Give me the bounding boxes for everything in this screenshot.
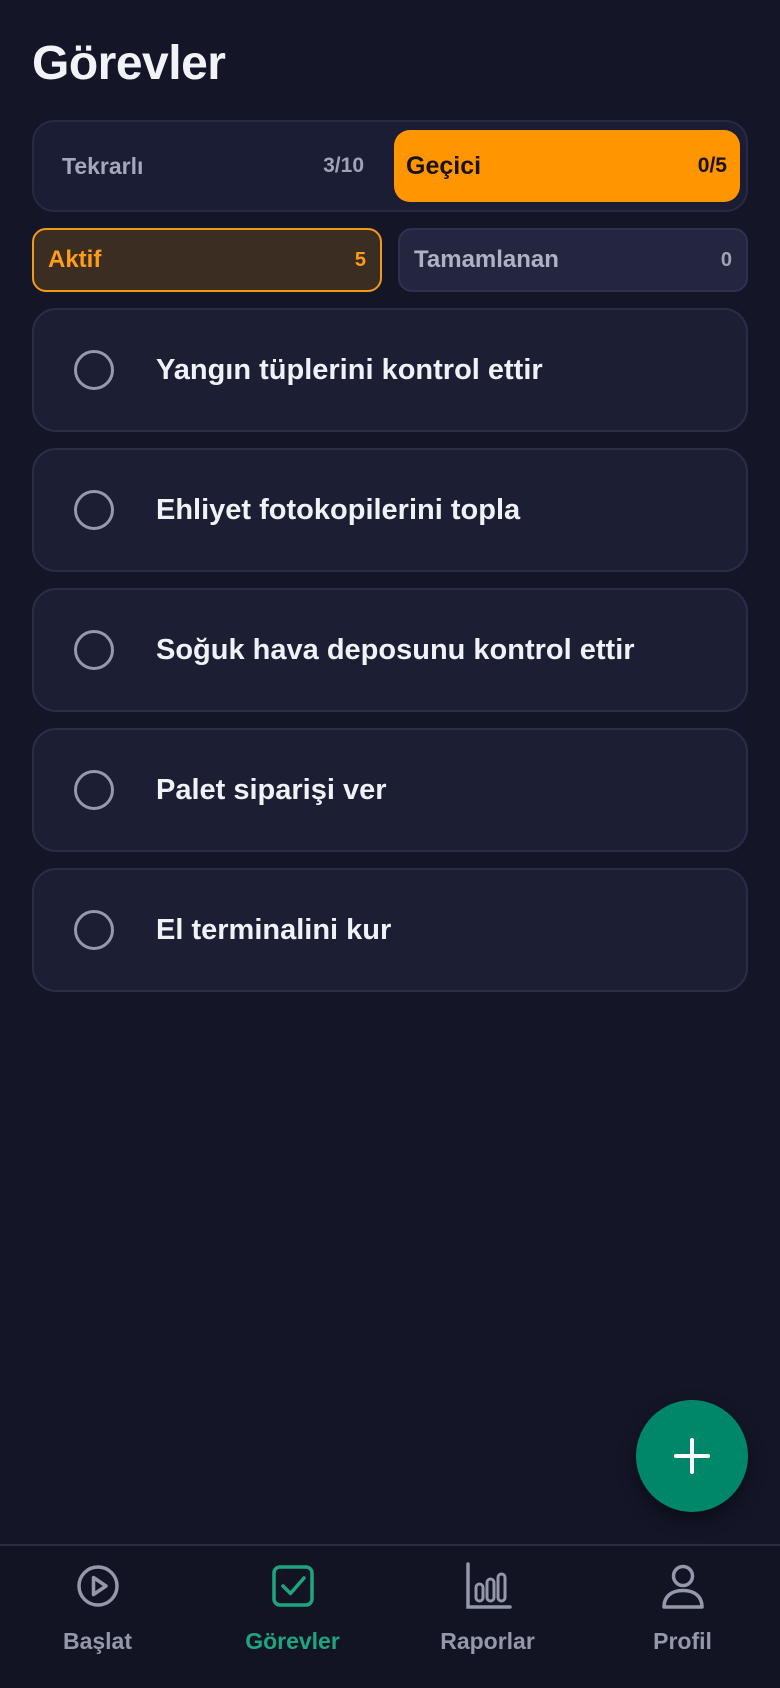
task-title: Ehliyet fotokopilerini topla	[156, 494, 521, 526]
task-item[interactable]: Yangın tüplerini kontrol ettir	[32, 308, 748, 432]
bottom-navigation: Başlat Görevler Raporlar Profil	[0, 1544, 780, 1688]
task-item[interactable]: Palet siparişi ver	[32, 728, 748, 852]
checkbox-icon	[272, 1565, 314, 1607]
task-item[interactable]: Ehliyet fotokopilerini topla	[32, 448, 748, 572]
tab-temporary-label: Geçici	[406, 151, 482, 180]
nav-tasks-label: Görevler	[245, 1628, 340, 1654]
play-circle-icon	[77, 1565, 119, 1607]
user-icon	[662, 1564, 704, 1609]
bar-chart-icon	[466, 1562, 512, 1609]
filter-completed[interactable]: Tamamlanan 0	[398, 228, 748, 292]
task-checkbox[interactable]	[74, 630, 114, 670]
nav-start-label: Başlat	[62, 1628, 133, 1654]
page-title: Görevler	[32, 37, 226, 90]
nav-reports[interactable]: Raporlar	[390, 1546, 585, 1688]
filter-active[interactable]: Aktif 5	[32, 228, 382, 292]
add-task-button[interactable]	[636, 1400, 748, 1512]
task-checkbox[interactable]	[74, 770, 114, 810]
task-checkbox[interactable]	[74, 910, 114, 950]
nav-start[interactable]: Başlat	[0, 1546, 195, 1688]
task-type-segmented-control: Tekrarlı 3/10 Geçici 0/5	[32, 120, 748, 212]
task-checkbox[interactable]	[74, 350, 114, 390]
task-title: Palet siparişi ver	[156, 774, 387, 806]
filter-completed-count: 0	[720, 248, 732, 271]
filter-active-label: Aktif	[48, 246, 102, 273]
tab-temporary-count: 0/5	[697, 154, 727, 177]
task-item[interactable]: Soğuk hava deposunu kontrol ettir	[32, 588, 748, 712]
task-checkbox[interactable]	[74, 490, 114, 530]
plus-icon	[674, 1438, 710, 1474]
nav-profile[interactable]: Profil	[585, 1546, 780, 1688]
tab-recurring[interactable]: Tekrarlı 3/10	[42, 130, 384, 202]
tab-recurring-label: Tekrarlı	[62, 152, 144, 179]
filter-completed-label: Tamamlanan	[414, 246, 559, 273]
task-item[interactable]: El terminalini kur	[32, 868, 748, 992]
tab-recurring-count: 3/10	[323, 154, 364, 177]
task-title: Soğuk hava deposunu kontrol ettir	[156, 634, 635, 666]
tab-temporary[interactable]: Geçici 0/5	[394, 130, 740, 202]
nav-reports-label: Raporlar	[440, 1628, 535, 1654]
tasks-screen: Görevler Tekrarlı 3/10 Geçici 0/5 Aktif …	[0, 0, 780, 1688]
nav-tasks[interactable]: Görevler	[195, 1546, 390, 1688]
task-title: Yangın tüplerini kontrol ettir	[156, 354, 543, 386]
filter-active-count: 5	[354, 248, 366, 271]
task-title: El terminalini kur	[156, 914, 392, 946]
nav-profile-label: Profil	[653, 1628, 712, 1654]
